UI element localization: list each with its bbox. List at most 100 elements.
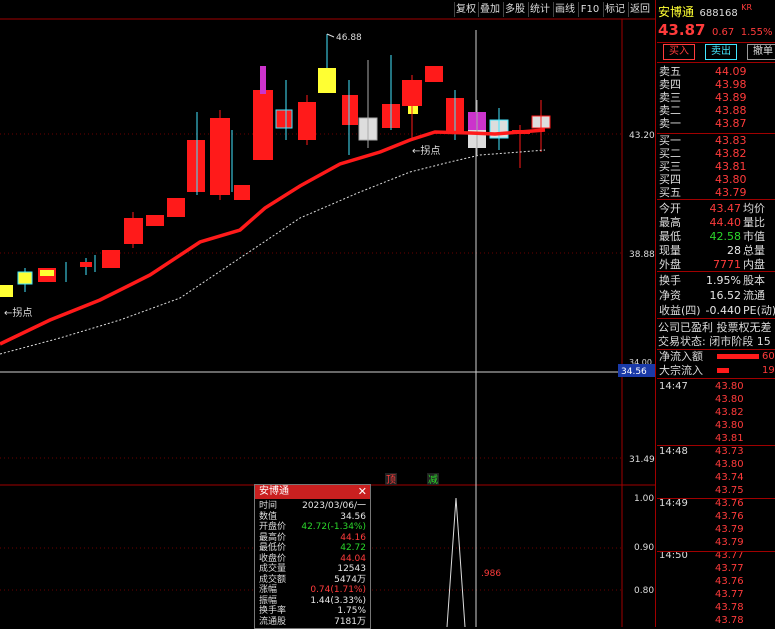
level-label: 卖四	[659, 78, 681, 91]
divider	[657, 271, 775, 272]
ask-level[interactable]: 卖二 43.88	[657, 104, 775, 117]
high-label: 46.88	[336, 33, 362, 43]
tick-row: 14:47 43.80	[657, 380, 775, 393]
quote-value: 44.40	[709, 216, 742, 229]
level-price: 43.88	[715, 104, 747, 117]
tick-price: 43.76	[715, 576, 744, 587]
quote-tag: 市值	[743, 230, 765, 243]
level-price: 43.79	[715, 186, 747, 199]
block-inflow-bar	[717, 368, 729, 373]
level-label: 卖三	[659, 91, 681, 104]
level-price: 43.82	[715, 147, 747, 160]
ask-level[interactable]: 卖五 44.09	[657, 65, 775, 78]
bid-level[interactable]: 买五 43.79	[657, 186, 775, 199]
ma-line-dashed	[0, 149, 546, 355]
tick-row: 43.79	[657, 536, 775, 549]
info-box-value: 7181万	[334, 616, 366, 627]
price-change-pct: 1.55%	[740, 27, 773, 38]
stats-value: 1.95%	[706, 274, 741, 287]
level-label: 卖五	[659, 65, 681, 78]
divider	[657, 199, 775, 200]
info-box-rows: 时间 2023/03/06/一 数值 34.56 开盘价 42.72(-1.34%) 最高价…	[255, 501, 370, 627]
divider	[657, 378, 775, 379]
buy-button[interactable]: 买入	[663, 44, 695, 60]
divider	[657, 445, 775, 446]
quote-value: 42.58	[709, 230, 742, 243]
divider	[657, 62, 775, 63]
quote-tag: 量比	[743, 216, 765, 229]
stats-label: 收益(四)	[659, 304, 701, 317]
tick-price: 43.78	[715, 602, 744, 613]
tick-row: 43.80	[657, 393, 775, 406]
info-box[interactable]: 安博通 ✕ 时间 2023/03/06/一 数值 34.56 开盘价 42.72(-1.3…	[254, 484, 371, 629]
tick-row: 43.76	[657, 575, 775, 588]
quote-label: 今开	[659, 202, 681, 215]
tick-price: 43.80	[715, 381, 744, 392]
tick-row: 43.78	[657, 614, 775, 627]
cancel-order-button[interactable]: 撤单	[747, 44, 775, 60]
level-price: 43.83	[715, 134, 747, 147]
quote-tag: 总量	[743, 244, 765, 257]
indicator-value: .986	[481, 569, 501, 579]
price-axis-label: 38.88	[629, 250, 655, 260]
candle	[0, 285, 13, 297]
quote-value: 28	[727, 244, 741, 257]
stats-row: 换手 1.95% 股本	[657, 273, 775, 288]
tick-price: 43.73	[715, 446, 744, 457]
block-inflow-label: 大宗流入	[659, 364, 703, 377]
level-label: 买四	[659, 173, 681, 186]
level-label: 买三	[659, 160, 681, 173]
tick-price: 43.75	[715, 485, 744, 496]
price-axis-label: 43.20	[629, 131, 655, 141]
bid-level[interactable]: 买二 43.82	[657, 147, 775, 160]
tick-price: 43.79	[715, 537, 744, 548]
bid-level[interactable]: 买四 43.80	[657, 173, 775, 186]
tick-price: 43.80	[715, 420, 744, 431]
level-price: 43.89	[715, 91, 747, 104]
quote-tag: 内盘	[743, 258, 765, 271]
stats-row: 净资 16.52 流通	[657, 288, 775, 303]
ask-level[interactable]: 卖四 43.98	[657, 78, 775, 91]
turning-point-annotation: ←拐点	[412, 144, 440, 157]
level-label: 买五	[659, 186, 681, 199]
candle	[408, 106, 418, 114]
level-label: 买一	[659, 134, 681, 147]
info-box-title: 安博通	[259, 486, 289, 497]
stats-value: -0.440	[705, 304, 741, 317]
tick-price: 43.78	[715, 615, 744, 626]
divider	[657, 551, 775, 552]
trading-status: 交易状态: 闭市阶段 15	[658, 335, 771, 348]
tick-price: 43.74	[715, 472, 744, 483]
price-line: 43.87 0.67 1.55%	[658, 21, 775, 41]
ask-level[interactable]: 卖三 43.89	[657, 91, 775, 104]
divider	[657, 498, 775, 499]
quote-value: 7771	[713, 258, 741, 271]
level-price: 43.81	[715, 160, 747, 173]
candle	[253, 90, 273, 160]
info-box-header[interactable]: 安博通 ✕	[255, 485, 370, 499]
level-label: 卖一	[659, 117, 681, 130]
tick-row: 43.76	[657, 510, 775, 523]
tick-row: 43.77	[657, 562, 775, 575]
candle	[40, 270, 54, 276]
info-box-row: 流通股 7181万	[255, 617, 370, 628]
bid-level[interactable]: 买一 43.83	[657, 134, 775, 147]
level-price: 43.80	[715, 173, 747, 186]
company-status: 公司已盈利 投票权无差	[658, 321, 772, 334]
tick-price: 43.77	[715, 589, 744, 600]
candle	[146, 215, 164, 226]
block-inflow-value: 19	[762, 365, 775, 376]
ask-level[interactable]: 卖一 43.87	[657, 117, 775, 130]
close-icon[interactable]: ✕	[358, 485, 367, 499]
quote-row: 现量 28 总量	[657, 243, 775, 258]
tick-row: 43.78	[657, 601, 775, 614]
net-inflow-value: 60	[762, 351, 775, 362]
sell-button[interactable]: 卖出	[705, 44, 737, 60]
top-marker: 顶	[386, 474, 396, 486]
quote-row: 最低 42.58 市值	[657, 229, 775, 244]
bid-level[interactable]: 买三 43.81	[657, 160, 775, 173]
quote-label: 最低	[659, 230, 681, 243]
tick-row: 43.74	[657, 471, 775, 484]
sub-axis-label: 0.90	[634, 543, 654, 553]
candle	[17, 271, 33, 285]
